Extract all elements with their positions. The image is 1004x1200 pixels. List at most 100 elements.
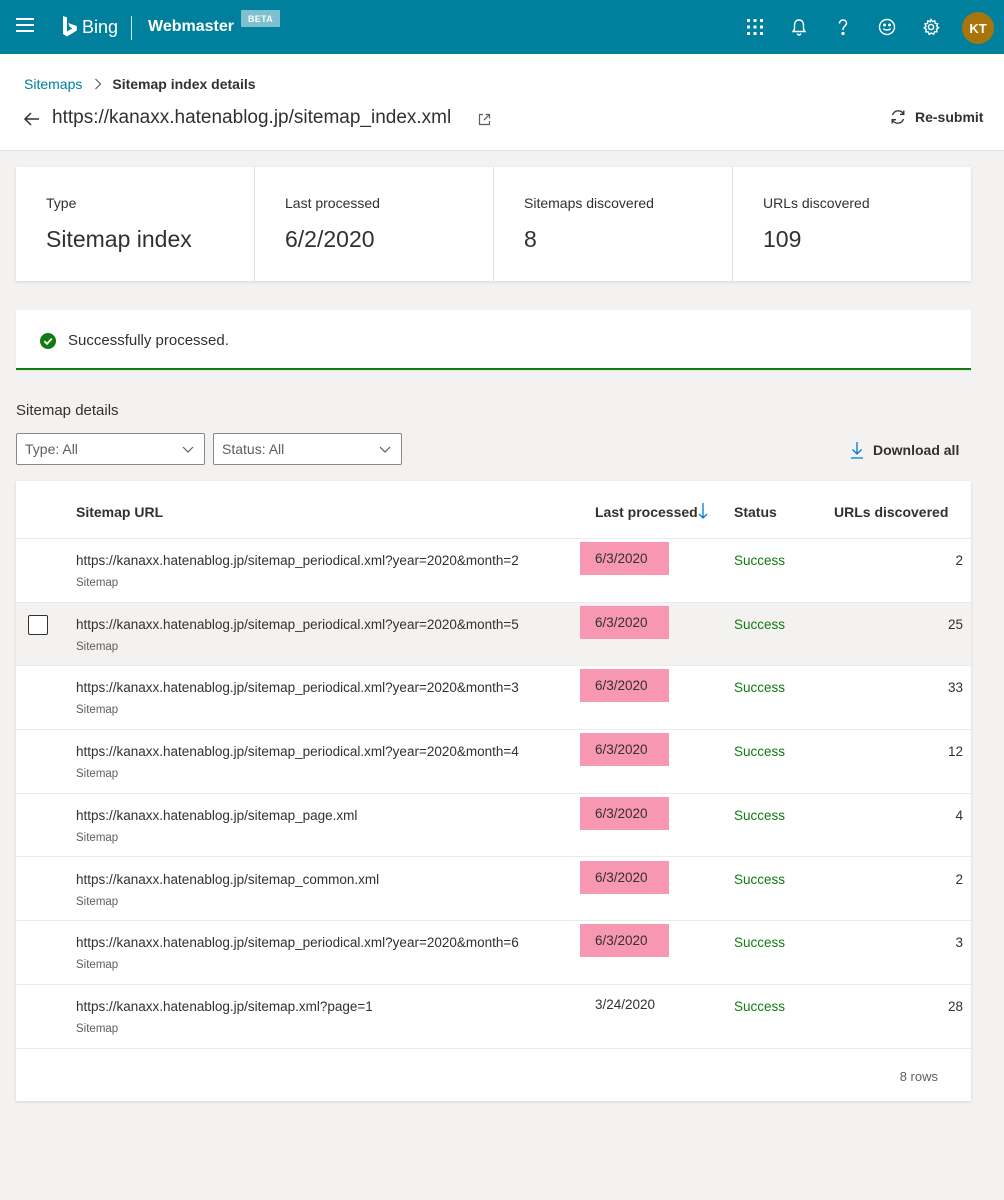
table-row[interactable]: https://kanaxx.hatenablog.jp/sitemap_per…: [16, 602, 971, 667]
product-name[interactable]: Webmaster: [148, 18, 234, 36]
status-filter-value: Status: All: [222, 441, 285, 457]
type-filter-dropdown[interactable]: Type: All: [16, 433, 205, 465]
status-filter-dropdown[interactable]: Status: All: [213, 433, 402, 465]
table-header: Sitemap URL Last processed Status URLs d…: [16, 481, 971, 539]
stat-label: Last processed: [285, 195, 380, 211]
column-header-last-processed[interactable]: Last processed: [595, 504, 698, 520]
status-text: Success: [734, 871, 786, 887]
urls-count: 28: [947, 998, 963, 1014]
table-row[interactable]: https://kanaxx.hatenablog.jp/sitemap_per…: [16, 921, 971, 985]
sitemap-type: Sitemap: [76, 895, 119, 908]
table-row[interactable]: https://kanaxx.hatenablog.jp/sitemap_per…: [16, 666, 971, 731]
sitemap-url[interactable]: https://kanaxx.hatenablog.jp/sitemap_per…: [76, 680, 519, 695]
sitemap-url[interactable]: https://kanaxx.hatenablog.jp/sitemap.xml…: [76, 999, 373, 1014]
sitemap-url[interactable]: https://kanaxx.hatenablog.jp/sitemap_per…: [76, 935, 519, 950]
urls-count: 25: [947, 616, 963, 632]
last-processed-date: 6/3/2020: [580, 924, 669, 958]
sitemap-type: Sitemap: [76, 959, 119, 972]
success-message: Successfully processed.: [68, 332, 229, 349]
stat-type: Type Sitemap index: [16, 167, 255, 281]
page-title: https://kanaxx.hatenablog.jp/sitemap_ind…: [52, 107, 452, 128]
status-text: Success: [734, 998, 786, 1014]
menu-icon[interactable]: [16, 18, 34, 34]
sitemap-type: Sitemap: [76, 1022, 119, 1035]
urls-count: 12: [947, 744, 963, 760]
page-header: Sitemaps Sitemap index details https://k…: [0, 54, 1004, 151]
row-count-footer: 8 rows: [899, 1069, 938, 1084]
stat-value: 8: [524, 226, 537, 252]
stat-value: 109: [763, 226, 802, 252]
sort-descending-icon[interactable]: [698, 502, 708, 520]
status-text: Success: [734, 807, 786, 823]
avatar[interactable]: KT: [962, 12, 994, 44]
table-row[interactable]: https://kanaxx.hatenablog.jp/sitemap_per…: [16, 539, 971, 603]
check-circle-icon: [40, 333, 56, 349]
last-processed-date: 6/3/2020: [580, 542, 669, 575]
status-text: Success: [734, 935, 786, 951]
table-row[interactable]: https://kanaxx.hatenablog.jp/sitemap_com…: [16, 858, 971, 922]
status-text: Success: [734, 744, 786, 760]
stat-urls-discovered: URLs discovered 109: [733, 167, 971, 281]
sitemap-type: Sitemap: [76, 768, 119, 781]
sitemap-url[interactable]: https://kanaxx.hatenablog.jp/sitemap_per…: [76, 553, 519, 568]
row-checkbox[interactable]: [28, 614, 48, 635]
download-icon: [851, 442, 863, 459]
urls-count: 33: [947, 680, 963, 696]
column-header-sitemap-url[interactable]: Sitemap URL: [76, 504, 163, 520]
resubmit-label: Re-submit: [915, 109, 984, 125]
status-text: Success: [734, 616, 786, 632]
column-header-status[interactable]: Status: [734, 504, 777, 520]
chevron-right-icon: [95, 78, 102, 90]
sitemap-details-table: Sitemap URL Last processed Status URLs d…: [16, 481, 971, 1101]
sitemap-url[interactable]: https://kanaxx.hatenablog.jp/sitemap_com…: [76, 872, 379, 887]
last-processed-date: 6/3/2020: [580, 796, 669, 830]
section-title: Sitemap details: [16, 402, 119, 419]
column-header-urls-discovered[interactable]: URLs discovered: [834, 504, 948, 520]
stat-label: Sitemaps discovered: [524, 195, 654, 211]
brand-divider: [131, 16, 132, 40]
last-processed-date: 6/3/2020: [580, 860, 669, 894]
resubmit-button[interactable]: Re-submit: [889, 108, 983, 126]
download-all-button[interactable]: Download all: [850, 441, 959, 459]
top-nav-bar: Bing Webmaster BETA KT: [0, 0, 1004, 54]
stat-label: URLs discovered: [763, 195, 870, 211]
refresh-icon: [891, 110, 905, 124]
stat-label: Type: [46, 195, 77, 211]
table-row[interactable]: https://kanaxx.hatenablog.jp/sitemap.xml…: [16, 985, 971, 1049]
urls-count: 4: [955, 807, 963, 823]
urls-count: 2: [955, 871, 963, 887]
type-filter-value: Type: All: [25, 441, 78, 457]
help-icon[interactable]: [831, 15, 855, 39]
sitemap-type: Sitemap: [76, 704, 119, 717]
gear-icon[interactable]: [919, 15, 943, 39]
stat-sitemaps-discovered: Sitemaps discovered 8: [494, 167, 733, 281]
stat-value: 6/2/2020: [285, 226, 375, 252]
sitemap-url[interactable]: https://kanaxx.hatenablog.jp/sitemap_per…: [76, 617, 519, 632]
last-processed-date: 3/24/2020: [595, 996, 656, 1012]
sitemap-type: Sitemap: [76, 577, 119, 589]
last-processed-date: 6/3/2020: [580, 669, 669, 703]
last-processed-date: 6/3/2020: [580, 605, 669, 639]
beta-badge: BETA: [241, 10, 280, 27]
success-banner: Successfully processed.: [16, 310, 971, 370]
download-all-label: Download all: [873, 442, 960, 458]
open-external-icon[interactable]: [478, 113, 491, 126]
breadcrumb-current: Sitemap index details: [112, 76, 256, 92]
sitemap-url[interactable]: https://kanaxx.hatenablog.jp/sitemap_pag…: [76, 808, 357, 823]
sitemap-url[interactable]: https://kanaxx.hatenablog.jp/sitemap_per…: [76, 744, 519, 759]
sitemap-type: Sitemap: [76, 640, 119, 653]
sitemap-type: Sitemap: [76, 831, 119, 844]
stat-last-processed: Last processed 6/2/2020: [255, 167, 494, 281]
breadcrumb-sitemaps-link[interactable]: Sitemaps: [24, 76, 82, 92]
bing-brand-text[interactable]: Bing: [82, 17, 118, 38]
bell-icon[interactable]: [787, 15, 811, 39]
apps-grid-icon[interactable]: [743, 15, 767, 39]
feedback-smiley-icon[interactable]: [875, 15, 899, 39]
table-row[interactable]: https://kanaxx.hatenablog.jp/sitemap_pag…: [16, 794, 971, 858]
urls-count: 3: [955, 935, 963, 951]
bing-logo-icon[interactable]: [62, 14, 78, 40]
back-arrow-icon[interactable]: [22, 109, 42, 129]
chevron-down-icon: [182, 446, 194, 453]
table-row[interactable]: https://kanaxx.hatenablog.jp/sitemap_per…: [16, 730, 971, 794]
summary-stats-card: Type Sitemap index Last processed 6/2/20…: [16, 167, 971, 281]
